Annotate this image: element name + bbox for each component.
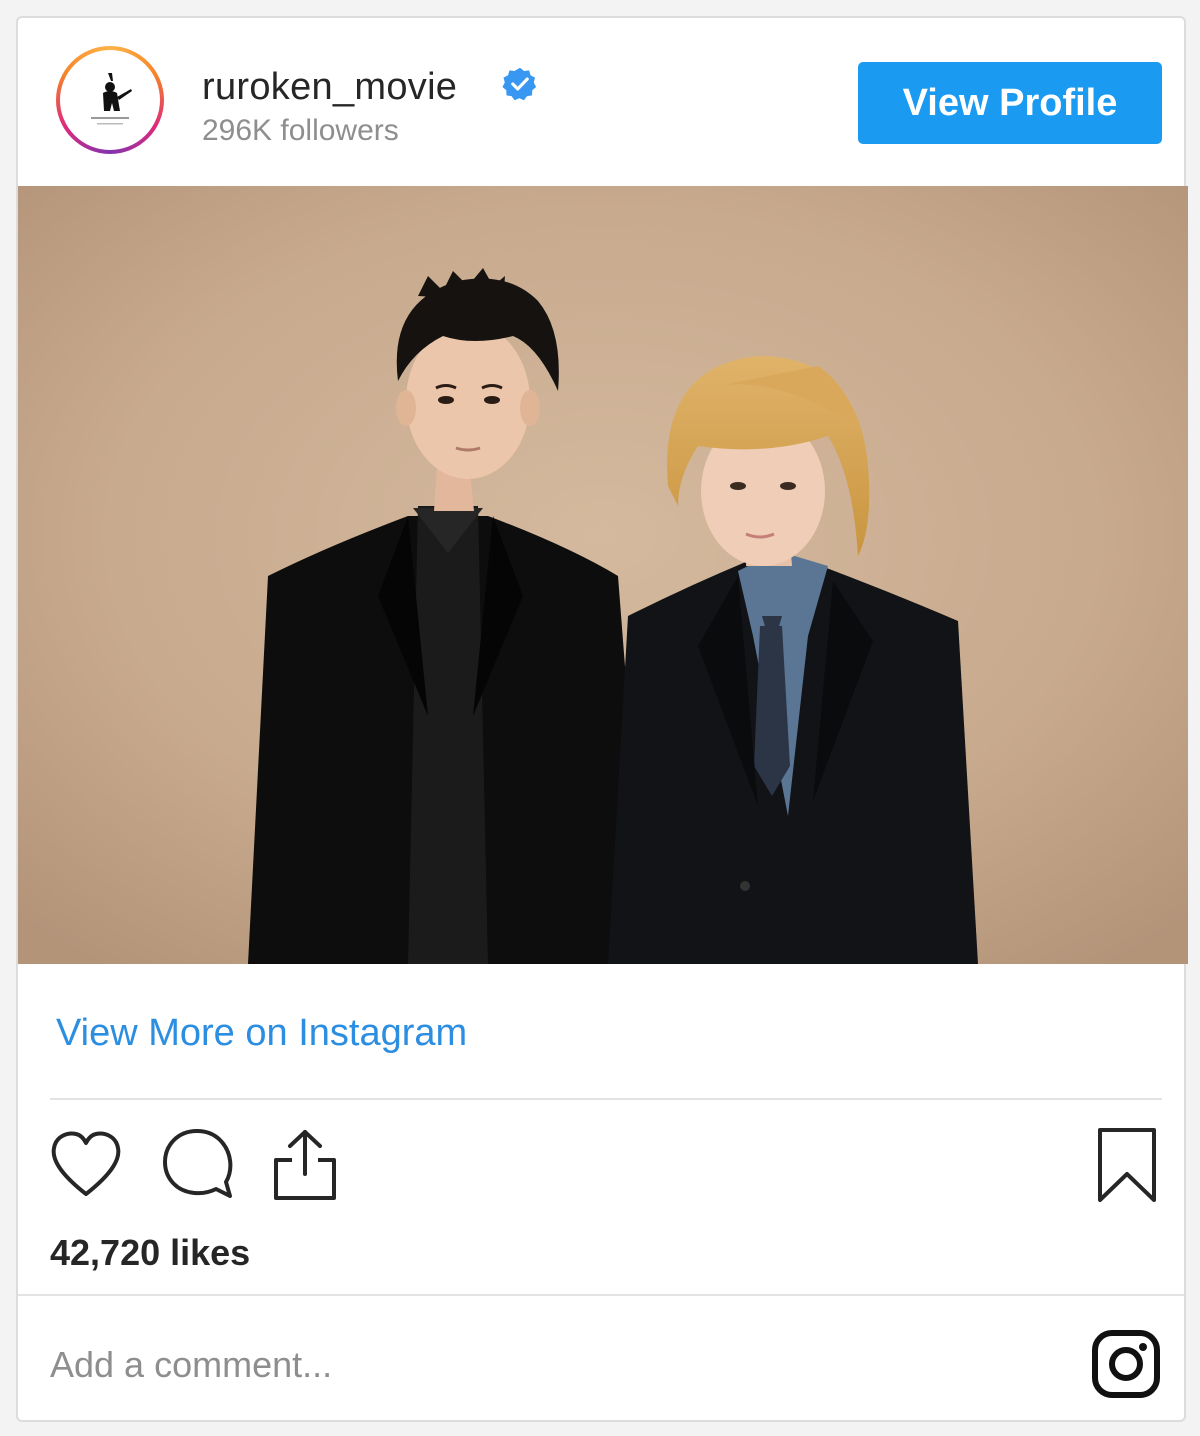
two-people-portrait-image: [18, 186, 1188, 964]
divider: [50, 1098, 1162, 1100]
post-photo[interactable]: [18, 186, 1188, 964]
divider: [18, 1294, 1184, 1296]
follower-count: 296K followers: [202, 114, 399, 147]
comment-bubble-icon[interactable]: [158, 1126, 236, 1202]
samurai-logo-icon: [91, 73, 132, 125]
heart-icon[interactable]: [48, 1128, 124, 1200]
share-icon[interactable]: [270, 1126, 340, 1202]
like-count: 42,720 likes: [50, 1232, 251, 1273]
instagram-logo-icon[interactable]: [1090, 1328, 1162, 1400]
view-profile-button[interactable]: View Profile: [858, 62, 1162, 144]
instagram-embed-card: ruroken_movie 296K followers View Profil…: [16, 16, 1188, 1422]
comment-input[interactable]: [50, 1344, 950, 1386]
username[interactable]: ruroken_movie: [202, 66, 457, 109]
verified-badge-icon: [502, 67, 537, 101]
bookmark-icon[interactable]: [1096, 1126, 1158, 1204]
avatar-image: [60, 50, 160, 150]
avatar[interactable]: [56, 46, 164, 154]
view-more-on-instagram-link[interactable]: View More on Instagram: [56, 1012, 467, 1055]
post-header: ruroken_movie 296K followers View Profil…: [18, 18, 1184, 186]
